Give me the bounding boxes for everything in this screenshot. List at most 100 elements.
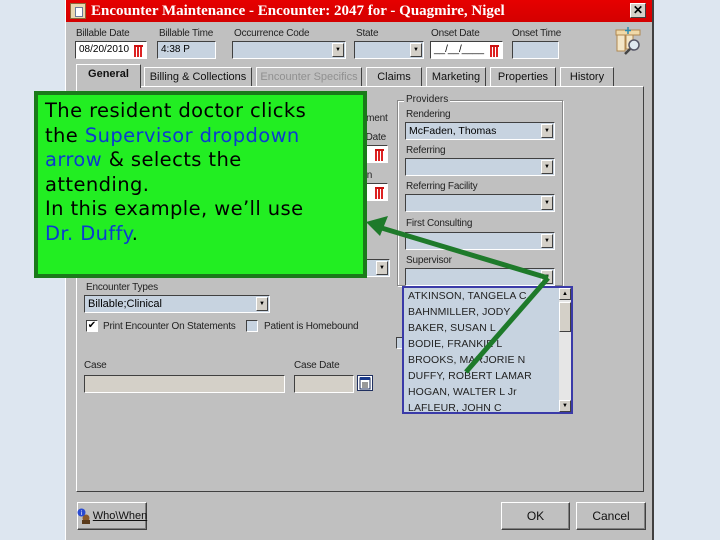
print-on-statements-checkbox[interactable]: ✔ bbox=[86, 320, 98, 332]
referring-label: Referring bbox=[406, 145, 446, 156]
callout-text: & selects the bbox=[102, 148, 242, 171]
callout-highlight: arrow bbox=[45, 148, 103, 171]
dropdown-option[interactable]: BROOKS, MARJORIE N bbox=[404, 352, 571, 368]
encounter-types-label: Encounter Types bbox=[86, 282, 158, 293]
callout-text: attending. bbox=[45, 172, 150, 196]
rendering-label: Rendering bbox=[406, 109, 451, 120]
callout-highlight: Supervisor dropdown bbox=[84, 123, 300, 147]
tab-billing-collections[interactable]: Billing & Collections bbox=[144, 67, 252, 87]
dropdown-option[interactable]: BODIE, FRANKIE L bbox=[404, 336, 571, 352]
tab-encounter-specifics[interactable]: Encounter Specifics bbox=[256, 67, 362, 87]
encounter-types-select[interactable]: Billable;Clinical ▼ bbox=[84, 295, 270, 313]
chevron-down-icon[interactable]: ▼ bbox=[541, 124, 553, 138]
onset-date-value: __/__/____ bbox=[434, 44, 485, 55]
case-field[interactable] bbox=[84, 375, 285, 393]
callout-line: attending. bbox=[45, 173, 363, 198]
tab-label: Marketing bbox=[431, 71, 481, 83]
onset-time-label: Onset Time bbox=[512, 28, 562, 39]
chevron-down-icon[interactable]: ▼ bbox=[541, 160, 553, 174]
callout-text: the bbox=[45, 123, 85, 147]
case-date-picker-icon[interactable] bbox=[357, 375, 373, 391]
calendar-icon[interactable] bbox=[488, 43, 501, 57]
dropdown-option[interactable]: BAHNMILLER, JODY bbox=[404, 304, 571, 320]
billable-date-field[interactable]: 08/20/2010 bbox=[75, 41, 147, 59]
print-on-statements-label: Print Encounter On Statements bbox=[103, 321, 236, 332]
scroll-up-icon[interactable]: ▲ bbox=[559, 288, 571, 300]
encounter-lookup-icon[interactable] bbox=[614, 27, 642, 55]
dropdown-option[interactable]: HOGAN, WALTER L Jr bbox=[404, 384, 571, 400]
referring-select[interactable]: ▼ bbox=[405, 158, 555, 176]
onset-date-field[interactable]: __/__/____ bbox=[430, 41, 503, 59]
window-title: Encounter Maintenance - Encounter: 2047 … bbox=[91, 2, 505, 19]
callout-highlight: Dr. Duffy bbox=[45, 221, 132, 245]
first-consulting-label: First Consulting bbox=[406, 218, 473, 229]
chevron-down-icon[interactable]: ▼ bbox=[410, 43, 422, 57]
info-person-icon: i bbox=[77, 508, 91, 524]
billable-time-value: 4:38 P bbox=[161, 44, 190, 55]
tab-marketing[interactable]: Marketing bbox=[426, 67, 486, 87]
referring-facility-select[interactable]: ▼ bbox=[405, 194, 555, 212]
callout-line: Dr. Duffy. bbox=[45, 222, 363, 247]
supervisor-dropdown-list[interactable]: ATKINSON, TANGELA C BAHNMILLER, JODY BAK… bbox=[402, 286, 573, 414]
tab-properties[interactable]: Properties bbox=[490, 67, 556, 87]
providers-group-title: Providers bbox=[404, 94, 451, 105]
case-label: Case bbox=[84, 360, 107, 371]
homebound-label: Patient is Homebound bbox=[264, 321, 359, 332]
dropdown-option[interactable]: ATKINSON, TANGELA C bbox=[404, 288, 571, 304]
calendar-icon[interactable] bbox=[373, 147, 386, 161]
dropdown-scrollbar[interactable]: ▲ ▼ bbox=[559, 288, 571, 412]
billable-date-label: Billable Date bbox=[76, 28, 130, 39]
chevron-down-icon[interactable]: ▼ bbox=[332, 43, 344, 57]
tab-claims[interactable]: Claims bbox=[366, 67, 422, 87]
whowhen-button[interactable]: i Who\When bbox=[77, 502, 147, 530]
onset-time-field[interactable] bbox=[512, 41, 559, 59]
calendar-icon[interactable] bbox=[132, 43, 145, 57]
tab-label: Encounter Specifics bbox=[260, 71, 358, 83]
referring-facility-label: Referring Facility bbox=[406, 181, 478, 192]
scroll-thumb[interactable] bbox=[559, 302, 571, 332]
callout-line: In this example, we’ll use bbox=[45, 197, 363, 222]
state-label: State bbox=[356, 28, 379, 39]
billable-date-value: 08/20/2010 bbox=[79, 44, 130, 55]
chevron-down-icon[interactable]: ▼ bbox=[256, 297, 268, 311]
encounter-types-value: Billable;Clinical bbox=[88, 298, 162, 310]
billable-time-label: Billable Time bbox=[159, 28, 214, 39]
occurrence-code-select[interactable]: ▼ bbox=[232, 41, 346, 59]
chevron-down-icon[interactable]: ▼ bbox=[541, 196, 553, 210]
tab-label: Claims bbox=[377, 71, 411, 83]
tab-label: Billing & Collections bbox=[149, 71, 247, 83]
homebound-checkbox[interactable] bbox=[246, 320, 258, 332]
instruction-callout: The resident doctor clicks the Superviso… bbox=[34, 91, 367, 278]
callout-text: The resident doctor clicks bbox=[45, 99, 307, 122]
supervisor-label: Supervisor bbox=[406, 255, 452, 266]
cancel-button[interactable]: Cancel bbox=[576, 502, 646, 530]
onset-date-label: Onset Date bbox=[431, 28, 480, 39]
chevron-down-icon[interactable]: ▼ bbox=[376, 261, 388, 275]
callout-line: The resident doctor clicks bbox=[45, 99, 363, 124]
ok-button[interactable]: OK bbox=[501, 502, 570, 530]
rendering-select[interactable]: McFaden, Thomas ▼ bbox=[405, 122, 555, 140]
dropdown-option[interactable]: BAKER, SUSAN L bbox=[404, 320, 571, 336]
scroll-down-icon[interactable]: ▼ bbox=[559, 400, 571, 412]
occurrence-code-label: Occurrence Code bbox=[234, 28, 310, 39]
calendar-icon[interactable] bbox=[373, 185, 386, 199]
state-select[interactable]: ▼ bbox=[354, 41, 424, 59]
chevron-down-icon[interactable]: ▼ bbox=[541, 234, 553, 248]
app-icon bbox=[70, 3, 86, 19]
billable-time-field[interactable]: 4:38 P bbox=[157, 41, 216, 59]
tab-label: History bbox=[569, 71, 605, 83]
dropdown-option[interactable]: LAFLEUR, JOHN C bbox=[404, 400, 571, 416]
callout-line: arrow & selects the bbox=[45, 148, 363, 173]
close-button[interactable]: ✕ bbox=[630, 3, 646, 18]
callout-line: the Supervisor dropdown bbox=[45, 124, 363, 149]
supervisor-select[interactable]: ▼ bbox=[405, 268, 555, 286]
tab-label: General bbox=[88, 68, 129, 80]
first-consulting-select[interactable]: ▼ bbox=[405, 232, 555, 250]
supervisor-dropdown-arrow[interactable]: ▼ bbox=[541, 270, 553, 284]
tab-history[interactable]: History bbox=[560, 67, 614, 87]
tab-general[interactable]: General bbox=[76, 64, 141, 88]
case-date-label: Case Date bbox=[294, 360, 340, 371]
case-date-field[interactable] bbox=[294, 375, 354, 393]
callout-text: In this example, we’ll use bbox=[45, 197, 304, 220]
dropdown-option-duffy[interactable]: DUFFY, ROBERT LAMAR bbox=[404, 368, 571, 384]
